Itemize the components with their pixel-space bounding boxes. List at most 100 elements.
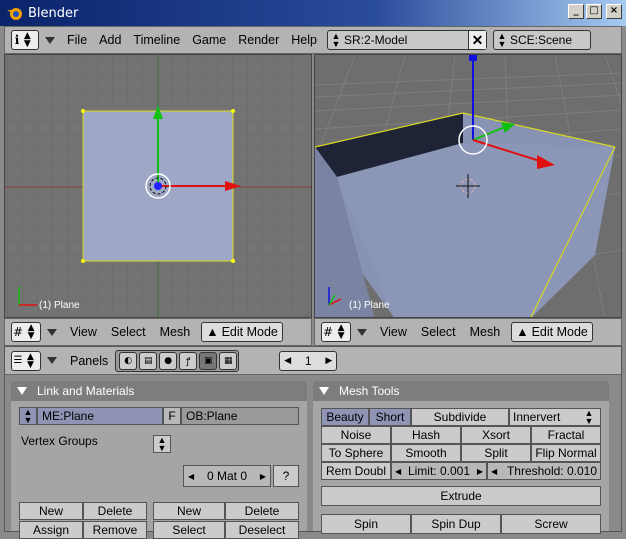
collapse-triangle-icon[interactable] [319, 387, 329, 395]
increment-icon[interactable]: ▶ [477, 467, 483, 476]
material-select-button[interactable]: Select [153, 521, 225, 539]
panel-title: Mesh Tools [339, 384, 400, 398]
beauty-toggle[interactable]: Beauty [321, 408, 369, 426]
vgroup-new-button[interactable]: New [19, 502, 83, 520]
spin-button[interactable]: Spin [321, 514, 411, 534]
menu-select[interactable]: Select [414, 325, 463, 339]
material-index-value: 0 Mat 0 [206, 469, 248, 483]
menu-view[interactable]: View [63, 325, 104, 339]
vertex-group-browse[interactable]: ▲ ▼ [153, 435, 171, 453]
fractal-button[interactable]: Fractal [531, 426, 601, 444]
info-header: i ▲ ▼ File Add Timeline Game Render Help … [4, 26, 622, 54]
decrement-icon[interactable]: ◀ [395, 467, 401, 476]
menu-select[interactable]: Select [104, 325, 153, 339]
threshold-field[interactable]: ◀ Threshold: 0.010 [487, 462, 601, 480]
shading-context-icon[interactable]: ● [159, 351, 178, 370]
scene-context-icon[interactable]: ▦ [219, 351, 238, 370]
mode-label: Edit Mode [531, 325, 588, 339]
mode-label: Edit Mode [221, 325, 278, 339]
collapse-menu-icon[interactable] [357, 328, 367, 336]
noise-button[interactable]: Noise [321, 426, 391, 444]
buttons-window-icon: ☰ [13, 355, 23, 366]
hash-button[interactable]: Hash [391, 426, 461, 444]
material-new-button[interactable]: New [153, 502, 225, 520]
screen-selector[interactable]: ▲ ▼ SR:2-Model ✕ [326, 30, 487, 50]
viewport-top[interactable]: (1) Plane [4, 54, 312, 318]
increment-icon[interactable]: ▶ [325, 355, 332, 366]
flip-normal-button[interactable]: Flip Normal [531, 444, 601, 462]
vgroup-delete-button[interactable]: Delete [83, 502, 147, 520]
collapse-triangle-icon[interactable] [17, 387, 27, 395]
window-type-selector[interactable]: ☰ ▲ ▼ [11, 350, 41, 371]
scene-selector[interactable]: ▲ ▼ SCE:Scene [492, 30, 591, 50]
panel-header[interactable]: Mesh Tools [313, 381, 609, 401]
spin-dup-button[interactable]: Spin Dup [411, 514, 501, 534]
panel-header[interactable]: Link and Materials [11, 381, 307, 401]
window-type-selector[interactable]: i ▲ ▼ [11, 30, 39, 50]
menu-render[interactable]: Render [232, 33, 285, 47]
mode-selector[interactable]: ▲ Edit Mode [201, 322, 283, 342]
decrement-icon[interactable]: ◀ [491, 467, 497, 476]
window-type-selector[interactable]: # ▲ ▼ [11, 322, 41, 342]
close-button[interactable]: × [606, 4, 622, 19]
viewport-top-canvas[interactable] [5, 55, 312, 318]
minimize-button[interactable]: _ [568, 4, 584, 19]
material-delete-button[interactable]: Delete [225, 502, 299, 520]
short-toggle[interactable]: Short [369, 408, 411, 426]
split-button[interactable]: Split [461, 444, 531, 462]
editing-context-icon[interactable]: ▣ [199, 351, 218, 370]
extrude-button[interactable]: Extrude [321, 486, 601, 506]
collapse-menu-icon[interactable] [47, 328, 57, 336]
window-type-selector[interactable]: # ▲ ▼ [321, 322, 351, 342]
mesh-browse-button[interactable]: ▲ ▼ [19, 407, 37, 425]
menu-mesh[interactable]: Mesh [463, 325, 508, 339]
viewport-object-label: (1) Plane [349, 300, 390, 311]
limit-value: Limit: 0.001 [407, 464, 471, 478]
buttons-header: ☰ ▲ ▼ Panels ◐ ▤ ● ꝭ ▣ ▦ ◀ 1 ▶ [5, 347, 621, 375]
mesh-name-field[interactable]: ME:Plane [37, 407, 163, 425]
viewport-perspective[interactable]: (1) Plane [314, 54, 622, 318]
material-deselect-button[interactable]: Deselect [225, 521, 299, 539]
smooth-button[interactable]: Smooth [391, 444, 461, 462]
screw-button[interactable]: Screw [501, 514, 601, 534]
updown-arrows-icon: ▲ ▼ [337, 323, 345, 341]
viewport-perspective-canvas[interactable] [315, 55, 622, 318]
object-context-icon[interactable]: ꝭ [179, 351, 198, 370]
logic-context-icon[interactable]: ◐ [119, 351, 138, 370]
updown-arrows-icon: ▲ ▼ [23, 407, 33, 425]
decrement-icon[interactable]: ◀ [188, 472, 194, 481]
menu-game[interactable]: Game [186, 33, 232, 47]
decrement-icon[interactable]: ◀ [284, 355, 291, 366]
subdivide-button[interactable]: Subdivide [411, 408, 509, 426]
remove-doubles-button[interactable]: Rem Doubl [321, 462, 391, 480]
vgroup-assign-button[interactable]: Assign [19, 521, 83, 539]
menu-help[interactable]: Help [285, 33, 323, 47]
mode-selector[interactable]: ▲ Edit Mode [511, 322, 593, 342]
maximize-button[interactable]: □ [586, 4, 602, 19]
collapse-menu-icon[interactable] [47, 357, 57, 364]
object-name-field[interactable]: OB:Plane [181, 407, 299, 425]
delete-screen-icon[interactable]: ✕ [467, 31, 486, 49]
to-sphere-button[interactable]: To Sphere [321, 444, 391, 462]
updown-arrows-icon: ▲ ▼ [497, 31, 507, 49]
increment-icon[interactable]: ▶ [260, 472, 266, 481]
script-context-icon[interactable]: ▤ [139, 351, 158, 370]
panels-menu[interactable]: Panels [63, 354, 115, 368]
limit-field[interactable]: ◀ Limit: 0.001 ▶ [391, 462, 487, 480]
menu-add[interactable]: Add [93, 33, 127, 47]
vgroup-remove-button[interactable]: Remove [83, 521, 147, 539]
material-help-button[interactable]: ? [273, 465, 299, 487]
menu-timeline[interactable]: Timeline [127, 33, 186, 47]
material-index-field[interactable]: ◀ 0 Mat 0 ▶ [183, 465, 271, 487]
menu-mesh[interactable]: Mesh [153, 325, 198, 339]
frame-number-field[interactable]: ◀ 1 ▶ [279, 350, 338, 371]
collapse-menu-icon[interactable] [45, 36, 55, 44]
link-materials-panel: Link and Materials ▲ ▼ ME:Plane F OB:Plan… [11, 381, 307, 539]
fake-user-button[interactable]: F [163, 407, 181, 425]
menu-file[interactable]: File [61, 33, 93, 47]
vertex [231, 259, 235, 263]
innervert-menu[interactable]: Innervert ▲ ▼ [509, 408, 601, 426]
xsort-button[interactable]: Xsort [461, 426, 531, 444]
edit-mode-icon: ▲ [206, 325, 219, 339]
menu-view[interactable]: View [373, 325, 414, 339]
